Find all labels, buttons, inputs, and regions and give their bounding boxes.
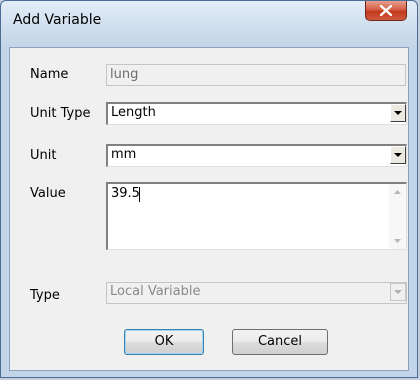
unit-type-label: Unit Type: [30, 106, 91, 121]
type-value: Local Variable: [110, 284, 201, 299]
close-button[interactable]: [365, 1, 407, 21]
value-label: Value: [30, 186, 66, 201]
type-label: Type: [30, 288, 60, 303]
unit-value: mm: [111, 147, 137, 162]
chevron-down-icon: [394, 290, 402, 294]
scroll-down-icon[interactable]: [394, 239, 401, 243]
unit-dropdown-button[interactable]: [390, 146, 406, 164]
chevron-down-icon: [394, 153, 402, 157]
ok-button[interactable]: OK: [124, 329, 204, 355]
chevron-down-icon: [394, 111, 402, 115]
unit-type-dropdown-button[interactable]: [390, 104, 406, 122]
name-field: lung: [106, 64, 406, 86]
close-icon: [380, 5, 392, 16]
dialog-title: Add Variable: [13, 12, 102, 28]
unit-type-value: Length: [111, 105, 156, 120]
unit-type-select[interactable]: Length: [106, 102, 407, 125]
unit-select[interactable]: mm: [106, 144, 407, 167]
type-select: Local Variable: [106, 282, 407, 304]
value-textarea[interactable]: 39.5: [106, 182, 407, 250]
title-bar[interactable]: Add Variable: [1, 1, 417, 35]
type-dropdown-button: [390, 283, 406, 301]
cancel-button[interactable]: Cancel: [232, 329, 328, 355]
value-text: 39.5: [111, 186, 140, 201]
add-variable-dialog: Add Variable Name lung Unit Type Length …: [0, 0, 418, 378]
scroll-up-icon[interactable]: [394, 190, 401, 194]
unit-label: Unit: [30, 148, 57, 163]
text-caret: [139, 187, 140, 202]
value-scrollbar[interactable]: [389, 184, 406, 249]
name-label: Name: [30, 67, 69, 82]
dialog-body: Name lung Unit Type Length Unit mm Value…: [9, 47, 409, 371]
